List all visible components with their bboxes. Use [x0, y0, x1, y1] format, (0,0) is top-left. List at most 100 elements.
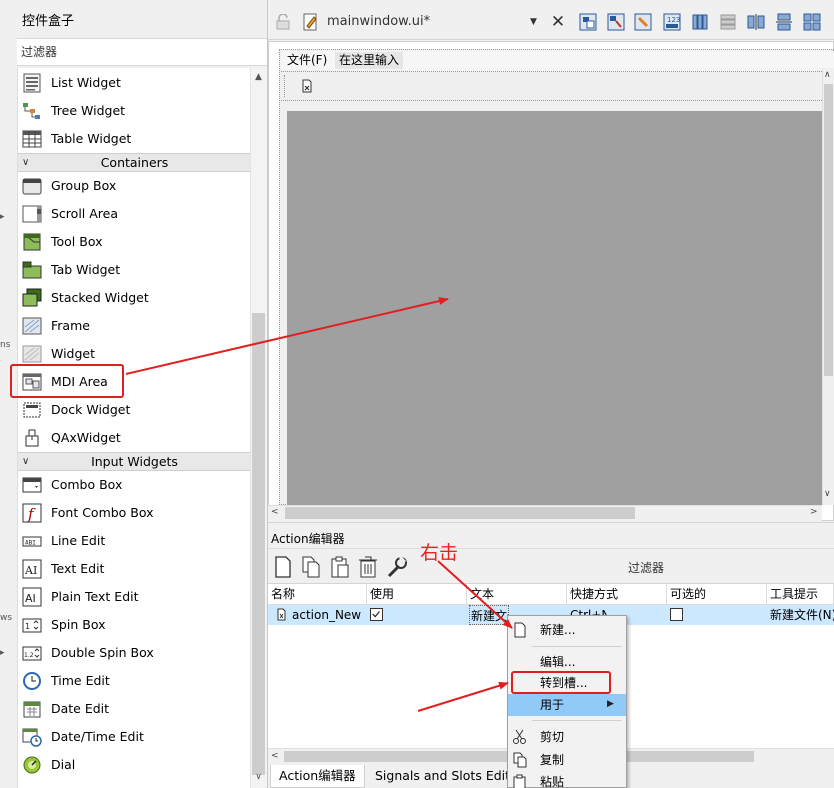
- cell-tooltip[interactable]: 新建文件(N): [770, 605, 834, 625]
- column-header-tooltip[interactable]: 工具提示: [767, 584, 834, 605]
- layout-splitter-horizontal-icon[interactable]: [746, 12, 766, 32]
- widget-item-tool-box[interactable]: Tool Box: [18, 228, 250, 256]
- edit-buddies-icon[interactable]: [633, 12, 653, 32]
- edit-tab-order-icon[interactable]: 123: [662, 12, 682, 32]
- used-checkbox[interactable]: [370, 608, 383, 621]
- widget-item-spin-box[interactable]: 1 Spin Box: [18, 611, 250, 639]
- widget-item-label: Scroll Area: [51, 206, 119, 221]
- widget-item-dock-widget[interactable]: Dock Widget: [18, 396, 250, 424]
- layout-splitter-vertical-icon[interactable]: [774, 12, 794, 32]
- expand-arrow-icon[interactable]: ▸: [0, 648, 5, 658]
- qaxwidget-icon: [25, 429, 39, 447]
- submenu-arrow-icon: ▶: [607, 699, 614, 709]
- lock-icon[interactable]: [276, 14, 290, 30]
- copy-icon: [513, 752, 527, 768]
- layout-grid-icon[interactable]: [802, 12, 822, 32]
- stacked-widget-icon: [22, 288, 42, 307]
- scroll-left-arrow-icon[interactable]: <: [271, 751, 279, 761]
- cell-name[interactable]: action_New: [292, 605, 361, 625]
- scroll-left-arrow-icon[interactable]: <: [271, 507, 279, 517]
- scroll-up-arrow-icon[interactable]: ∧: [824, 70, 831, 80]
- table-widget-icon: [22, 130, 42, 148]
- widget-item-scroll-area[interactable]: Scroll Area: [18, 200, 250, 228]
- action-new-icon[interactable]: [299, 78, 315, 94]
- category-containers[interactable]: ∨ Containers: [18, 153, 250, 172]
- widget-item-dial[interactable]: Dial: [18, 751, 250, 779]
- edge-fragment-ws: ws: [0, 613, 13, 623]
- layout-vertical-icon[interactable]: [718, 12, 738, 32]
- scrollbar-thumb[interactable]: [252, 313, 265, 775]
- paste-icon: [513, 774, 526, 788]
- widget-item-list-widget[interactable]: List Widget: [18, 69, 250, 97]
- widget-item-tab-widget[interactable]: Tab Widget: [18, 256, 250, 284]
- mdi-area-widget[interactable]: [287, 111, 823, 505]
- scroll-down-arrow-icon[interactable]: ∨: [251, 772, 266, 784]
- open-file-combo[interactable]: mainwindow.ui*: [327, 14, 430, 29]
- menu-separator: [532, 646, 622, 647]
- edit-widgets-icon[interactable]: [578, 12, 598, 32]
- action-filter-input[interactable]: 过滤器: [628, 559, 664, 576]
- widget-item-label: Date/Time Edit: [51, 729, 144, 744]
- scrollbar-thumb[interactable]: [285, 507, 635, 519]
- scrollbar-thumb[interactable]: [824, 84, 833, 376]
- expand-arrow-icon[interactable]: ▸: [0, 212, 5, 222]
- line-edit-icon: ABI: [22, 536, 42, 547]
- edge-fragment-ns: ns: [0, 340, 11, 350]
- column-header-used[interactable]: 使用: [367, 584, 467, 605]
- column-header-text[interactable]: 文本: [467, 584, 567, 605]
- widget-item-qaxwidget[interactable]: QAxWidget: [18, 424, 250, 452]
- widget-item-tree-widget[interactable]: Tree Widget: [18, 97, 250, 125]
- svg-text:AI: AI: [24, 564, 37, 577]
- copy-icon[interactable]: [300, 555, 322, 579]
- toolbar-handle[interactable]: [284, 75, 286, 97]
- widget-item-frame[interactable]: Frame: [18, 312, 250, 340]
- checkable-checkbox[interactable]: [670, 608, 683, 621]
- close-icon[interactable]: ✕: [549, 11, 567, 33]
- widget-item-label: Plain Text Edit: [51, 589, 139, 604]
- edit-signals-slots-icon[interactable]: [606, 12, 626, 32]
- scroll-right-arrow-icon[interactable]: >: [810, 507, 818, 517]
- form-menu-file[interactable]: 文件(F): [283, 52, 331, 69]
- menu-item-edit[interactable]: 编辑...: [508, 651, 626, 673]
- widget-item-table-widget[interactable]: Table Widget: [18, 125, 250, 153]
- svg-text:1: 1: [25, 622, 30, 631]
- widget-item-date-edit[interactable]: Date Edit: [18, 695, 250, 723]
- tab-signals-slots-editor[interactable]: Signals and Slots Editor: [367, 765, 507, 788]
- scroll-down-arrow-icon[interactable]: ∨: [824, 489, 831, 499]
- widget-item-text-edit[interactable]: AI Text Edit: [18, 555, 250, 583]
- widget-item-group-box[interactable]: Group Box: [18, 172, 250, 200]
- dial-icon: [23, 756, 41, 774]
- tab-action-editor[interactable]: Action编辑器: [270, 765, 365, 788]
- column-header-name[interactable]: 名称: [268, 584, 367, 605]
- column-header-checkable[interactable]: 可选的: [667, 584, 767, 605]
- list-widget-icon: [23, 73, 41, 93]
- widget-item-double-spin-box[interactable]: 1.2 Double Spin Box: [18, 639, 250, 667]
- widget-item-label: Group Box: [51, 178, 117, 193]
- ui-file-icon: [303, 13, 317, 31]
- delete-icon[interactable]: [357, 555, 379, 579]
- cell-text[interactable]: 新建文件(&N): [469, 605, 509, 625]
- scroll-up-arrow-icon[interactable]: ▲: [251, 72, 266, 84]
- widget-item-font-combo-box[interactable]: f Font Combo Box: [18, 499, 250, 527]
- paste-icon[interactable]: [329, 555, 351, 579]
- category-input-widgets[interactable]: ∨ Input Widgets: [18, 452, 250, 471]
- widget-item-datetime-edit[interactable]: Date/Time Edit: [18, 723, 250, 751]
- tab-widget-icon: [22, 261, 42, 279]
- tool-box-icon: [23, 233, 41, 251]
- configure-icon[interactable]: [386, 555, 408, 579]
- layout-horizontal-icon[interactable]: [690, 12, 710, 32]
- widget-item-label: Time Edit: [51, 673, 110, 688]
- widget-item-combo-box[interactable]: Combo Box: [18, 471, 250, 499]
- new-file-icon: [514, 622, 526, 638]
- form-menu-type-here[interactable]: 在这里输入: [335, 52, 404, 69]
- widget-item-stacked-widget[interactable]: Stacked Widget: [18, 284, 250, 312]
- widget-item-plain-text-edit[interactable]: AI Plain Text Edit: [18, 583, 250, 611]
- widget-filter-input[interactable]: 过滤器: [17, 38, 267, 66]
- column-header-shortcut[interactable]: 快捷方式: [567, 584, 667, 605]
- widget-item-time-edit[interactable]: Time Edit: [18, 667, 250, 695]
- widget-item-line-edit[interactable]: ABI Line Edit: [18, 527, 250, 555]
- new-action-icon[interactable]: [272, 555, 294, 579]
- spin-box-icon: 1: [22, 618, 42, 633]
- widget-item-label: Frame: [51, 318, 90, 333]
- dropdown-arrow-icon[interactable]: ▼: [530, 17, 537, 27]
